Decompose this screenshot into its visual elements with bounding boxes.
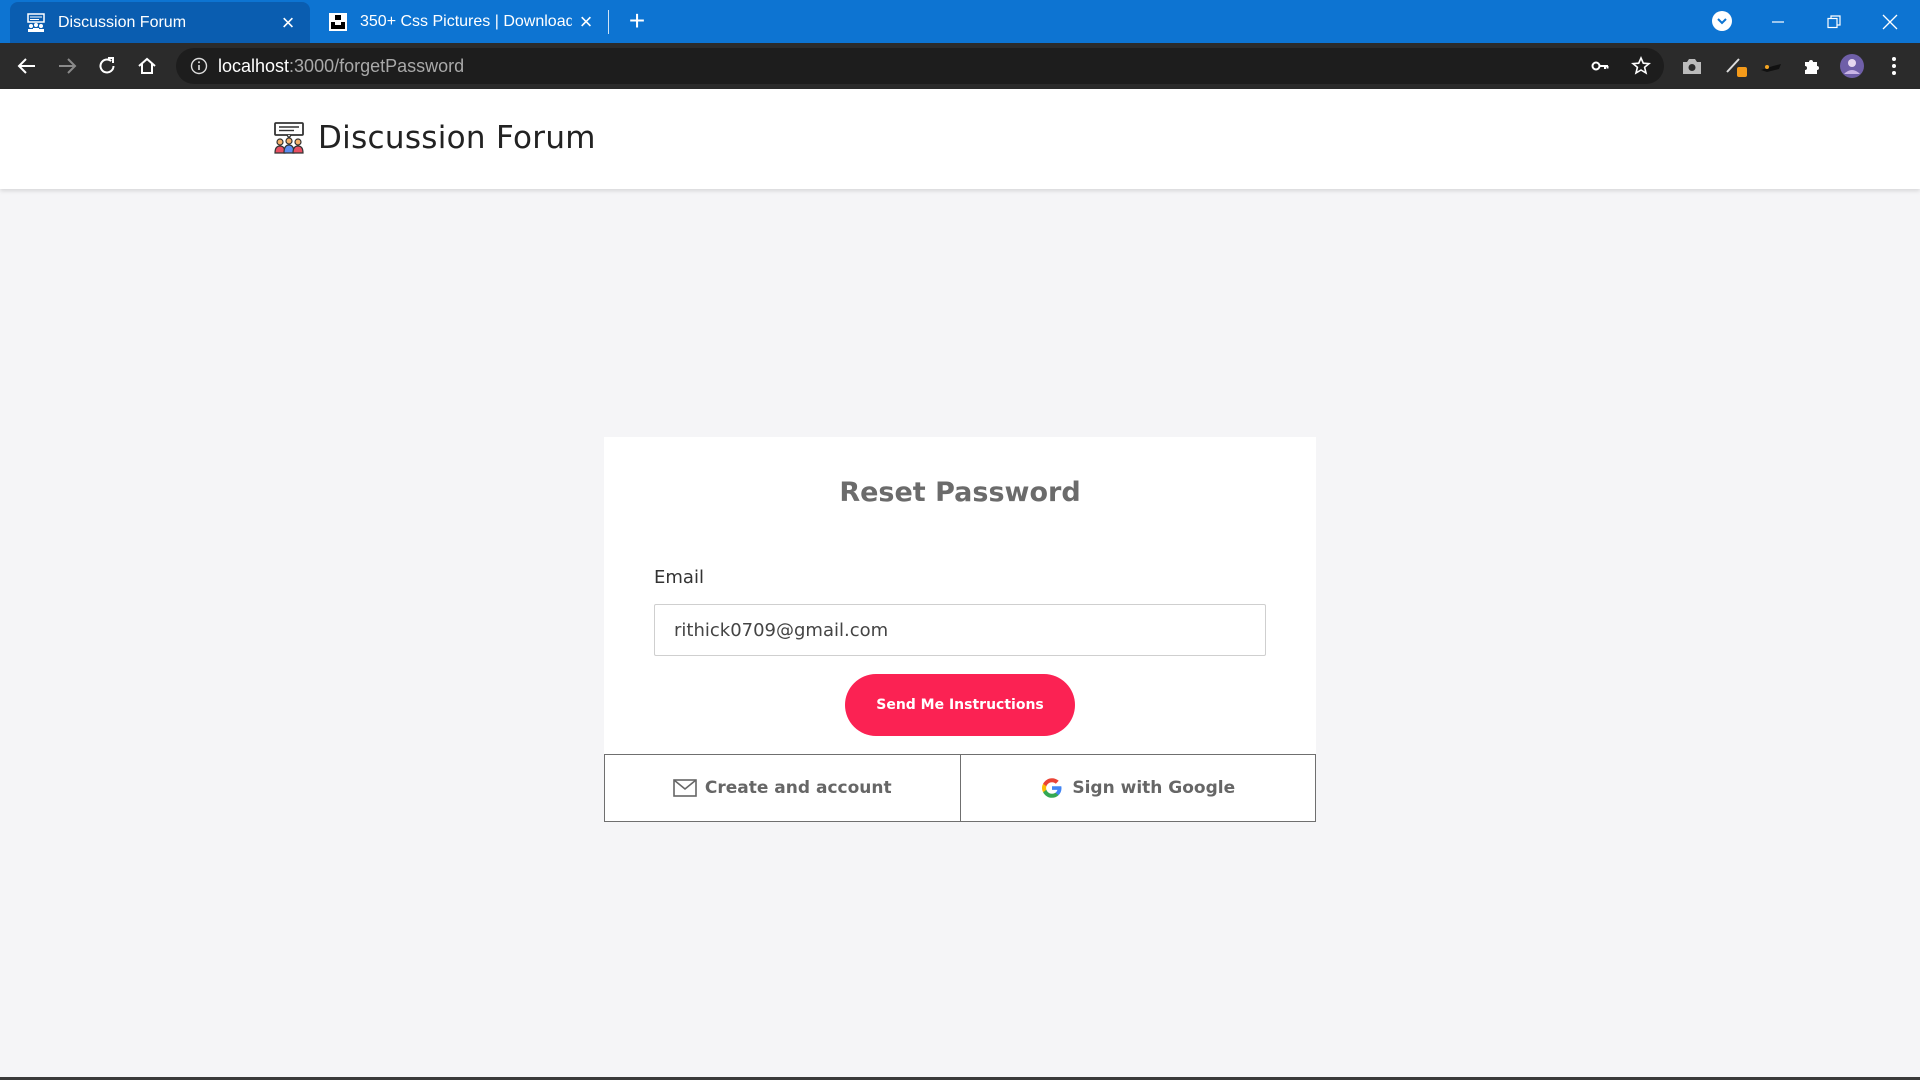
tab-title: Discussion Forum: [58, 13, 187, 31]
minimize-icon: [1772, 20, 1784, 23]
new-tab-button[interactable]: +: [622, 7, 652, 37]
close-icon[interactable]: ×: [572, 8, 600, 36]
google-sign-in-label: Sign with Google: [1072, 778, 1236, 798]
more-vertical-icon: [1892, 57, 1896, 75]
password-key-button[interactable]: [1586, 52, 1614, 80]
home-icon: [138, 57, 156, 74]
brand-name: Discussion Forum: [318, 120, 596, 156]
reload-icon: [99, 57, 115, 74]
url-path: :3000/forgetPassword: [289, 56, 465, 76]
email-field[interactable]: [654, 604, 1266, 656]
address-bar[interactable]: localhost:3000/forgetPassword: [176, 48, 1664, 84]
tab-search-button[interactable]: [1712, 11, 1732, 31]
tab-separator: [608, 10, 609, 34]
reset-password-card: Reset Password Email Send Me Instruction…: [604, 437, 1316, 822]
close-icon[interactable]: ×: [274, 9, 302, 37]
unsplash-favicon-icon: [329, 12, 347, 31]
star-icon: [1631, 56, 1651, 75]
extension-app-icon: [1761, 64, 1781, 72]
mail-icon: [673, 776, 697, 800]
extensions-button[interactable]: [1798, 52, 1826, 80]
browser-toolbar: localhost:3000/forgetPassword: [0, 43, 1920, 89]
arrow-left-icon: [17, 58, 35, 74]
url-host: localhost: [218, 56, 290, 76]
back-button[interactable]: [11, 50, 43, 82]
forum-logo-icon: [274, 122, 304, 154]
avatar: [1840, 54, 1864, 78]
email-label: Email: [654, 567, 704, 588]
brand[interactable]: Discussion Forum: [272, 113, 596, 163]
tab-css-pictures[interactable]: 350+ Css Pictures | Download Free ×: [312, 0, 608, 43]
reload-button[interactable]: [91, 50, 123, 82]
chevron-down-icon: [1717, 18, 1727, 25]
puzzle-icon: [1805, 60, 1819, 74]
create-account-button[interactable]: Create and account: [604, 754, 961, 822]
alternative-actions: Create and account Sign with Google: [604, 754, 1316, 822]
window-close-button[interactable]: [1862, 0, 1918, 43]
extension-button[interactable]: [1757, 52, 1785, 80]
url-text: localhost:3000/forgetPassword: [218, 56, 464, 77]
info-icon[interactable]: [190, 57, 208, 75]
restore-button[interactable]: [1806, 0, 1862, 43]
send-instructions-button[interactable]: Send Me Instructions: [845, 674, 1075, 736]
key-icon: [1591, 61, 1609, 71]
google-icon: [1040, 776, 1064, 800]
pen-icon: [1726, 58, 1747, 77]
tab-title: 350+ Css Pictures | Download Free: [360, 12, 572, 30]
profile-button[interactable]: [1838, 52, 1866, 80]
google-sign-in-button[interactable]: Sign with Google: [960, 754, 1316, 822]
home-button[interactable]: [131, 50, 163, 82]
page-title: Reset Password: [839, 477, 1081, 508]
browser-tab-strip: Discussion Forum × 350+ Css Pictures | D…: [0, 0, 1920, 43]
browser-menu-button[interactable]: [1880, 52, 1908, 80]
close-icon: [1882, 14, 1898, 29]
camera-icon: [1683, 59, 1701, 74]
forward-button[interactable]: [51, 50, 83, 82]
tab-discussion-forum[interactable]: Discussion Forum ×: [10, 2, 310, 43]
create-account-label: Create and account: [704, 778, 892, 798]
pen-extension-button[interactable]: [1722, 52, 1750, 80]
forum-favicon-icon: [27, 12, 45, 32]
bookmark-button[interactable]: [1627, 52, 1655, 80]
screenshot-extension-button[interactable]: [1678, 52, 1706, 80]
restore-icon: [1827, 14, 1841, 28]
minimize-button[interactable]: [1750, 0, 1806, 43]
site-header: Discussion Forum: [0, 89, 1920, 189]
arrow-right-icon: [59, 58, 77, 74]
